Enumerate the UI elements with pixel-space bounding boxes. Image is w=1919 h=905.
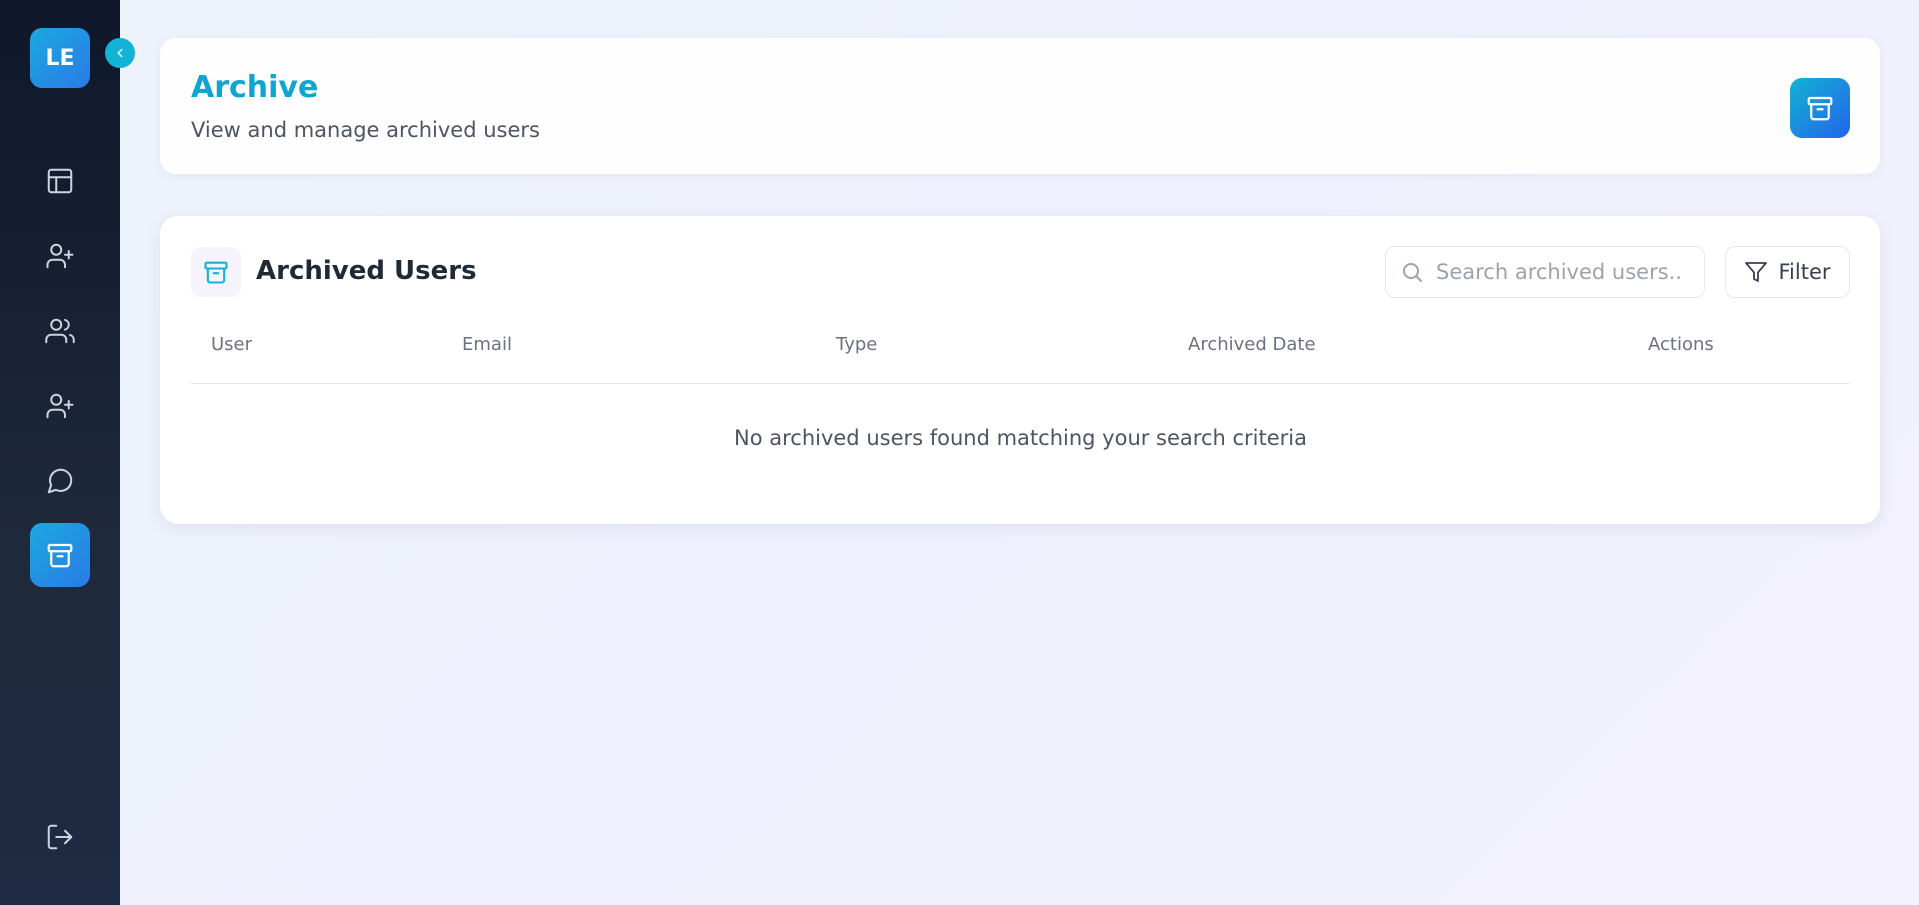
search-icon xyxy=(1403,263,1422,282)
archive-icon xyxy=(1807,96,1833,121)
layout-icon xyxy=(47,168,73,194)
archive-badge xyxy=(1790,78,1850,138)
nav-dashboard[interactable] xyxy=(30,149,90,213)
archive-icon xyxy=(47,543,73,568)
archived-users-card: Archived Users Filter User Email Type Ar… xyxy=(160,216,1880,524)
users-icon xyxy=(45,318,75,344)
message-circle-icon xyxy=(47,468,73,494)
nav-add-user[interactable] xyxy=(30,224,90,288)
column-archived-date[interactable]: Archived Date xyxy=(1188,334,1316,355)
card-title: Archived Users xyxy=(256,256,477,286)
page-header: Archive View and manage archived users xyxy=(160,38,1880,174)
nav-messages[interactable] xyxy=(30,449,90,513)
log-out-icon xyxy=(47,824,73,850)
filter-label: Filter xyxy=(1778,260,1831,284)
user-plus-icon xyxy=(46,243,74,269)
collapse-sidebar-button[interactable] xyxy=(105,38,135,68)
column-user[interactable]: User xyxy=(211,334,252,355)
logout-button[interactable] xyxy=(30,805,90,869)
search-input[interactable] xyxy=(1436,260,1686,284)
empty-state-message: No archived users found matching your se… xyxy=(734,426,1307,450)
page-title: Archive xyxy=(191,70,319,105)
search-box xyxy=(1385,246,1705,298)
filter-icon xyxy=(1745,262,1768,282)
nav-users[interactable] xyxy=(30,299,90,363)
logo-avatar[interactable]: LE xyxy=(30,28,90,88)
column-email[interactable]: Email xyxy=(462,334,512,355)
nav-invite-user[interactable] xyxy=(30,374,90,438)
sidebar: LE xyxy=(0,0,120,905)
chevron-left-icon xyxy=(117,48,123,58)
nav-archive[interactable] xyxy=(30,523,90,587)
user-plus-icon xyxy=(46,393,74,419)
archive-icon xyxy=(204,261,228,284)
page-subtitle: View and manage archived users xyxy=(191,118,540,142)
column-type[interactable]: Type xyxy=(836,334,877,355)
filter-button[interactable]: Filter xyxy=(1725,246,1850,298)
column-actions: Actions xyxy=(1648,334,1714,355)
table-header: User Email Type Archived Date Actions xyxy=(191,334,1850,384)
archive-icon-wrapper xyxy=(191,247,241,297)
